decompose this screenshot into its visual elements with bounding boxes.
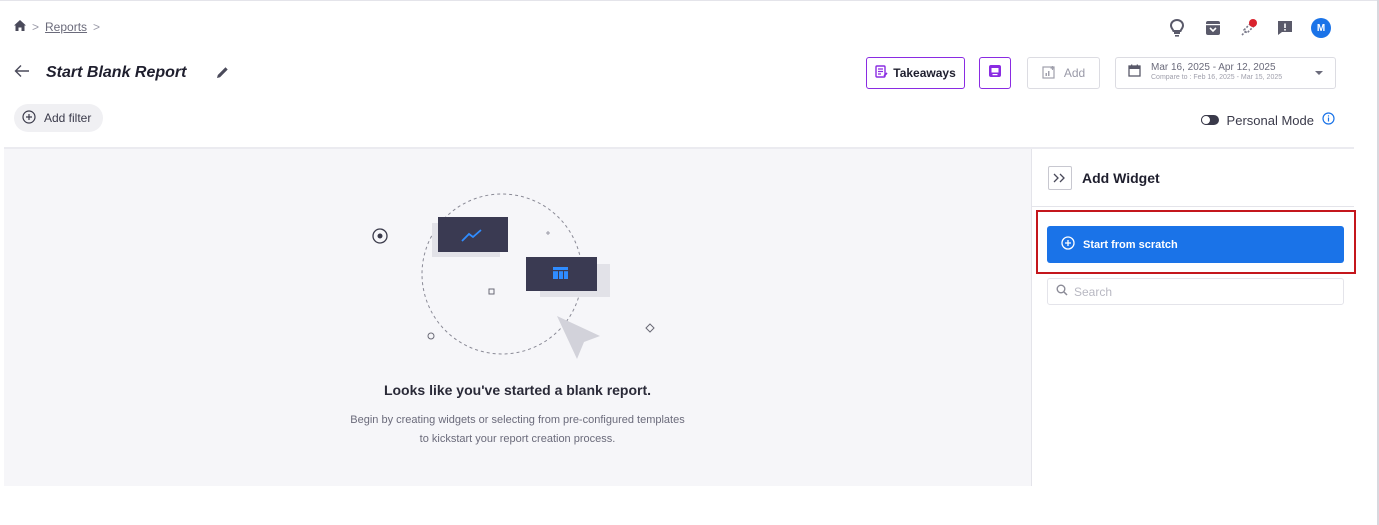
search-placeholder: Search xyxy=(1074,284,1113,299)
report-image-button[interactable] xyxy=(979,57,1011,89)
start-from-scratch-button[interactable]: Start from scratch xyxy=(1047,226,1344,263)
breadcrumb-separator: > xyxy=(93,20,101,34)
info-icon[interactable] xyxy=(1322,112,1335,128)
archive-icon[interactable] xyxy=(1195,16,1231,40)
empty-report-illustration xyxy=(372,193,655,359)
takeaways-button[interactable]: Takeaways xyxy=(866,57,965,89)
search-input[interactable]: Search xyxy=(1047,278,1344,305)
title-row: Start Blank Report xyxy=(14,62,229,83)
back-arrow-icon[interactable] xyxy=(14,62,42,83)
plus-circle-icon xyxy=(22,109,36,127)
breadcrumb: > Reports > xyxy=(14,20,100,34)
add-filter-button[interactable]: Add filter xyxy=(14,104,104,132)
panel-title: Add Widget xyxy=(1082,169,1160,186)
add-chart-icon xyxy=(1042,65,1056,82)
empty-state-title: Looks like you've started a blank report… xyxy=(383,382,652,398)
takeaways-label: Takeaways xyxy=(893,66,956,80)
personal-mode: Personal Mode xyxy=(1200,112,1335,128)
date-range: Mar 16, 2025 - Apr 12, 2025 xyxy=(1151,62,1276,73)
empty-state-line: Begin by creating widgets or selecting f… xyxy=(350,414,685,426)
search-icon xyxy=(1056,284,1068,299)
start-from-scratch-label: Start from scratch xyxy=(1083,238,1178,251)
panel-header: Add Widget xyxy=(1032,149,1354,207)
date-range-picker[interactable]: Mar 16, 2025 - Apr 12, 2025 Compare to :… xyxy=(1115,57,1336,89)
report-canvas: Looks like you've started a blank report… xyxy=(4,149,1031,486)
add-filter-label: Add filter xyxy=(44,111,92,125)
avatar[interactable]: M xyxy=(1303,16,1339,40)
rocket-notification-icon[interactable] xyxy=(1231,16,1267,40)
top-icon-bar: M xyxy=(1159,16,1339,40)
compare-range: Compare to : Feb 16, 2025 - Mar 15, 2025 xyxy=(1151,74,1283,81)
add-label: Add xyxy=(1063,66,1086,80)
empty-state-description: Begin by creating widgets or selecting f… xyxy=(4,411,1031,449)
add-button[interactable]: Add xyxy=(1027,57,1100,89)
add-widget-panel: Add Widget Start from scratch Search xyxy=(1031,149,1356,486)
page-title: Start Blank Report xyxy=(46,63,187,81)
chevron-down-icon xyxy=(1315,71,1323,75)
personal-mode-toggle[interactable] xyxy=(1200,115,1219,125)
empty-state-line: to kickstart your report creation proces… xyxy=(419,433,616,445)
top-border xyxy=(0,0,1379,1)
collapse-panel-icon[interactable] xyxy=(1048,165,1072,190)
breadcrumb-reports-link[interactable]: Reports xyxy=(45,20,87,34)
breadcrumb-separator: > xyxy=(32,20,40,34)
avatar-initial: M xyxy=(1311,18,1331,38)
takeaways-icon xyxy=(875,65,888,81)
calendar-icon xyxy=(1128,64,1141,82)
image-report-icon xyxy=(988,64,1002,83)
feedback-icon[interactable] xyxy=(1267,16,1303,40)
plus-circle-icon xyxy=(1061,236,1075,253)
personal-mode-label: Personal Mode xyxy=(1226,112,1314,128)
edit-pencil-icon[interactable] xyxy=(216,66,229,79)
date-range-text: Mar 16, 2025 - Apr 12, 2025 Compare to :… xyxy=(1151,63,1282,83)
home-icon[interactable] xyxy=(14,20,26,34)
lightbulb-icon[interactable] xyxy=(1159,16,1195,40)
